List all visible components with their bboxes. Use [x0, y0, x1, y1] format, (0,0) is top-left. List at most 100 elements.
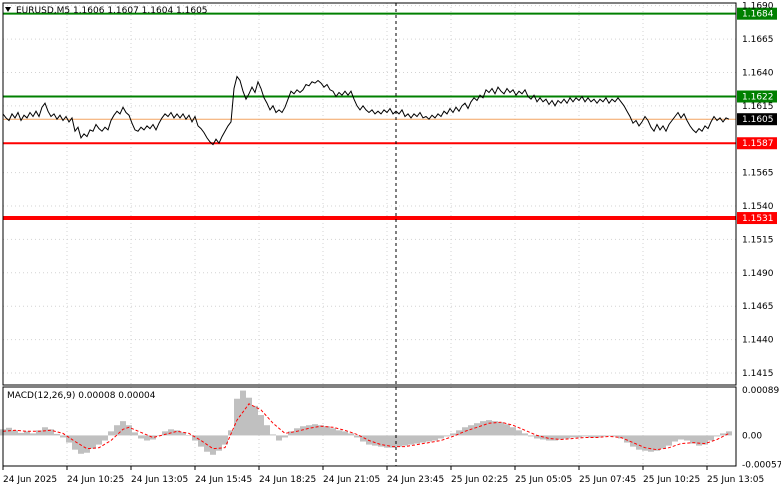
macd-histogram-bar	[444, 435, 450, 437]
macd-histogram-bar	[498, 422, 504, 436]
time-tick-label: 24 Jun 18:25	[259, 475, 316, 485]
chart-background	[0, 0, 781, 489]
level-price-label: 1.1531	[742, 214, 774, 224]
macd-histogram-bar	[570, 435, 576, 438]
macd-histogram-bar	[642, 435, 648, 451]
price-tick-label: 1.1640	[742, 68, 774, 78]
macd-tick-label: -0.00057	[742, 460, 781, 470]
macd-histogram-bar	[720, 433, 726, 436]
macd-histogram-bar	[132, 432, 138, 436]
time-tick-label: 24 Jun 15:45	[195, 475, 252, 485]
macd-histogram-bar	[114, 425, 120, 436]
price-tick-label: 1.1465	[742, 302, 774, 312]
macd-histogram-bar	[516, 430, 522, 436]
price-tick-label: 1.1415	[742, 369, 774, 379]
macd-histogram-bar	[96, 435, 102, 445]
time-tick-label: 25 Jun 05:05	[515, 475, 572, 485]
macd-histogram-bar	[402, 435, 408, 446]
macd-histogram-bar	[84, 435, 90, 453]
macd-histogram-bar	[330, 428, 336, 436]
chart-canvas: 1.16841.16221.15871.15311.1605 1.16901.1…	[0, 0, 781, 489]
macd-histogram-bar	[708, 435, 714, 441]
macd-histogram-bar	[120, 421, 126, 436]
macd-histogram-bar	[306, 425, 312, 436]
macd-histogram-bar	[108, 431, 114, 436]
macd-histogram-bar	[414, 435, 420, 444]
price-tick-label: 1.1515	[742, 235, 774, 245]
macd-histogram-bar	[576, 435, 582, 438]
macd-histogram-bar	[426, 435, 432, 442]
macd-histogram-bar	[672, 435, 678, 442]
time-tick-label: 25 Jun 02:25	[451, 475, 508, 485]
macd-histogram-bar	[624, 435, 630, 443]
macd-histogram-bar	[636, 435, 642, 450]
time-tick-label: 25 Jun 07:45	[579, 475, 636, 485]
time-tick-label: 25 Jun 13:05	[707, 475, 764, 485]
macd-histogram-bar	[438, 435, 444, 439]
macd-histogram-bar	[696, 435, 702, 446]
macd-histogram-bar	[186, 435, 192, 436]
macd-histogram-bar	[324, 426, 330, 436]
macd-histogram-bar	[504, 424, 510, 436]
macd-histogram-bar	[312, 424, 318, 436]
macd-histogram-bar	[294, 428, 300, 436]
macd-histogram-bar	[144, 435, 150, 441]
price-tick-label: 1.1490	[742, 269, 774, 279]
macd-histogram-bar	[348, 433, 354, 436]
time-tick-label: 24 Jun 23:45	[387, 475, 444, 485]
macd-histogram-bar	[372, 435, 378, 446]
macd-label: MACD(12,26,9) 0.00008 0.00004	[7, 391, 156, 401]
macd-histogram-bar	[654, 435, 660, 451]
macd-histogram-bar	[204, 435, 210, 452]
macd-histogram-bar	[678, 435, 684, 440]
time-tick-label: 24 Jun 2025	[3, 475, 57, 485]
price-tick-label: 1.1690	[742, 2, 774, 12]
macd-histogram-bar	[660, 435, 666, 449]
macd-histogram-bar	[60, 435, 66, 438]
macd-tick-label: 0.00089	[742, 386, 779, 396]
time-tick-label: 25 Jun 10:25	[643, 475, 700, 485]
macd-histogram-bar	[30, 433, 36, 436]
time-tick-label: 24 Jun 13:05	[131, 475, 188, 485]
macd-histogram-bar	[714, 435, 720, 437]
macd-histogram-bar	[174, 430, 180, 436]
macd-histogram-bar	[264, 425, 270, 436]
current-price-label: 1.1605	[742, 115, 774, 125]
macd-histogram-bar	[42, 427, 48, 436]
macd-histogram-bar	[582, 435, 588, 437]
macd-histogram-bar	[282, 435, 288, 438]
macd-histogram-bar	[342, 431, 348, 436]
macd-histogram-bar	[486, 420, 492, 436]
macd-histogram-bar	[468, 425, 474, 436]
macd-histogram-bar	[432, 435, 438, 441]
macd-histogram-bar	[450, 433, 456, 436]
macd-histogram-bar	[522, 433, 528, 436]
macd-tick-label: 0.00	[742, 431, 762, 441]
price-tick-label: 1.1615	[742, 102, 774, 112]
price-tick-label: 1.1440	[742, 336, 774, 346]
macd-histogram-bar	[408, 435, 414, 445]
price-tick-label: 1.1540	[742, 202, 774, 212]
macd-histogram-bar	[252, 405, 258, 436]
time-tick-label: 24 Jun 10:25	[67, 475, 124, 485]
macd-histogram-bar	[6, 427, 12, 436]
macd-histogram-bar	[300, 426, 306, 436]
macd-histogram-bar	[126, 425, 132, 436]
macd-histogram-bar	[258, 415, 264, 436]
macd-histogram-bar	[18, 432, 24, 436]
macd-histogram-bar	[102, 435, 108, 441]
macd-histogram-bar	[390, 435, 396, 448]
macd-histogram-bar	[54, 433, 60, 436]
time-tick-label: 24 Jun 21:05	[323, 475, 380, 485]
macd-histogram-bar	[528, 435, 534, 437]
macd-histogram-bar	[90, 435, 96, 449]
macd-histogram-bar	[420, 435, 426, 443]
macd-histogram-bar	[270, 434, 276, 436]
macd-histogram-bar	[492, 421, 498, 436]
macd-histogram-bar	[138, 435, 144, 439]
macd-histogram-bar	[684, 435, 690, 441]
macd-histogram-bar	[24, 431, 30, 436]
macd-histogram-bar	[564, 435, 570, 439]
macd-histogram-bar	[600, 435, 606, 437]
macd-histogram-bar	[552, 435, 558, 441]
